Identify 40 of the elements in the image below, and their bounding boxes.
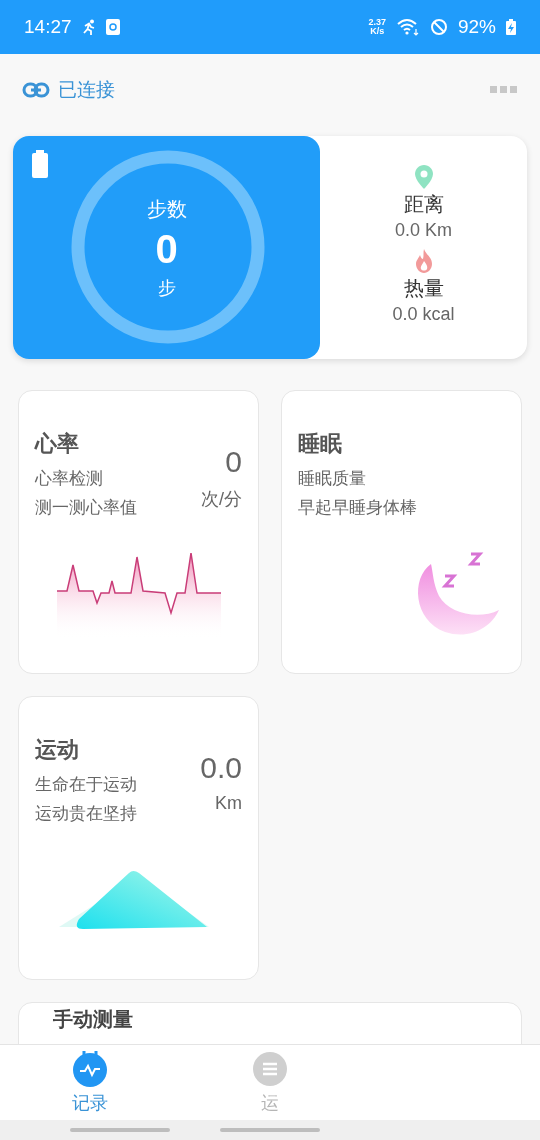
- battery-charging-icon: [506, 19, 516, 35]
- steps-label: 步数: [146, 196, 187, 222]
- steps-unit: 步: [157, 276, 176, 300]
- card-value: 0: [225, 445, 242, 479]
- distance-value: 0.0 Km: [395, 219, 452, 241]
- list-icon: [252, 1050, 288, 1087]
- link-icon: [22, 82, 50, 98]
- manual-measure-card[interactable]: 手动测量: [18, 1002, 522, 1044]
- card-subtitle: 运动贵在坚持: [35, 803, 137, 825]
- card-subtitle: 心率检测: [35, 468, 104, 490]
- calendar-pulse-icon: [72, 1050, 108, 1087]
- do-not-disturb-icon: [429, 18, 448, 36]
- card-title: 运动: [35, 736, 80, 764]
- battery-percentage: 92%: [457, 16, 496, 38]
- card-title: 心率: [35, 430, 80, 458]
- card-unit: Km: [215, 793, 242, 814]
- battery-icon: [32, 150, 48, 178]
- card-subtitle: 睡眠质量: [298, 468, 367, 490]
- status-time: 14:27: [24, 16, 72, 38]
- app-notification-icon: [105, 19, 120, 35]
- card-title: 手动测量: [53, 1008, 133, 1030]
- location-pin-icon: [414, 164, 433, 189]
- calories-label: 热量: [403, 275, 444, 301]
- card-unit: 次/分: [201, 488, 242, 511]
- card-subtitle: 测一测心率值: [35, 497, 137, 519]
- card-value: 0.0: [200, 751, 242, 785]
- sleep-card[interactable]: 睡眠 睡眠质量 早起早睡身体棒: [281, 390, 522, 674]
- calories-value: 0.0 kcal: [392, 303, 455, 325]
- exercise-card[interactable]: 运动 生命在于运动 运动贵在坚持 0.0 Km: [18, 696, 259, 980]
- flame-icon: [413, 248, 434, 273]
- more-icon[interactable]: [490, 86, 518, 94]
- running-icon: [81, 19, 96, 35]
- wifi-icon: [395, 18, 420, 36]
- distance-label: 距离: [403, 191, 444, 217]
- heart-rate-card[interactable]: 心率 心率检测 测一测心率值 0 次/分: [18, 390, 259, 674]
- steps-value: 0: [155, 226, 178, 272]
- card-title: 睡眠: [298, 430, 343, 458]
- card-subtitle: 早起早睡身体棒: [298, 497, 417, 519]
- network-speed: 2.37 K/s: [368, 18, 386, 36]
- card-subtitle: 生命在于运动: [35, 774, 137, 796]
